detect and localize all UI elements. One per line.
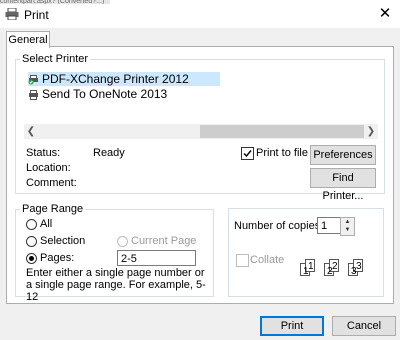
page-range-hint: Enter either a single page number or a s… (26, 267, 206, 303)
svg-text:3: 3 (356, 261, 362, 272)
printer-name: PDF-XChange Printer 2012 (42, 72, 189, 86)
collate-label[interactable]: Collate (250, 254, 284, 266)
collate-pages-icon: 11 22 33 (300, 259, 363, 277)
print-to-file-checkbox[interactable] (241, 147, 254, 160)
spin-down-icon[interactable]: ▼ (341, 226, 354, 234)
svg-text:1: 1 (308, 261, 314, 272)
svg-text:3: 3 (351, 266, 357, 277)
page-range-legend: Page Range (22, 203, 84, 215)
printer-default-icon (28, 74, 38, 85)
radio-all-label[interactable]: All (40, 218, 52, 230)
svg-text:2: 2 (327, 266, 333, 277)
cancel-button[interactable]: Cancel (332, 316, 396, 336)
scroll-right-icon[interactable]: ❯ (364, 124, 378, 139)
copies-spinner[interactable]: ▲ ▼ (340, 217, 355, 236)
printer-item-pdf-xchange[interactable]: PDF-XChange Printer 2012 (28, 72, 220, 86)
location-label: Location: (26, 162, 71, 174)
radio-current-page-label[interactable]: Current Page (131, 235, 196, 247)
printer-name: Send To OneNote 2013 (42, 87, 168, 101)
printer-list-scrollbar[interactable]: ❮ ❯ (24, 124, 378, 139)
checkmark-icon (243, 150, 252, 158)
pages-input[interactable]: 2-5 (117, 250, 196, 266)
svg-text:2: 2 (332, 261, 338, 272)
radio-selection-label[interactable]: Selection (40, 235, 85, 247)
radio-pages-label[interactable]: Pages: (40, 252, 74, 264)
status-label: Status: (26, 147, 61, 159)
scroll-left-icon[interactable]: ❮ (24, 124, 38, 139)
select-printer-legend: Select Printer (22, 53, 89, 65)
collate-checkbox[interactable] (236, 254, 249, 267)
comment-label: Comment: (26, 177, 77, 189)
radio-selection[interactable] (26, 236, 37, 247)
svg-text:1: 1 (303, 266, 309, 277)
preferences-button[interactable]: Preferences (310, 145, 376, 165)
scrollbar-thumb[interactable] (200, 125, 364, 138)
printer-list[interactable]: PDF-XChange Printer 2012 Send To OneNote… (24, 70, 378, 124)
find-printer-button[interactable]: Find Printer... (310, 168, 376, 202)
onenote-printer-icon (29, 89, 38, 100)
radio-all[interactable] (26, 219, 37, 230)
close-button[interactable]: ✕ (374, 4, 396, 24)
radio-pages[interactable] (26, 253, 37, 264)
printer-item-onenote[interactable]: Send To OneNote 2013 (28, 87, 167, 101)
radio-current-page[interactable] (117, 236, 128, 247)
printer-icon (5, 8, 19, 20)
dialog-title: Print (24, 8, 49, 22)
background-window-strip: contentpart.aspx? (Converted?...) (0, 0, 110, 4)
status-value: Ready (93, 147, 125, 159)
copies-label: Number of copies: (234, 220, 324, 232)
print-to-file-label[interactable]: Print to file (256, 147, 308, 159)
tab-general[interactable]: General (6, 31, 50, 48)
copies-input[interactable]: 1 (317, 217, 341, 234)
spin-up-icon[interactable]: ▲ (341, 218, 354, 226)
print-button[interactable]: Print (260, 316, 324, 336)
title-bar (0, 0, 400, 28)
